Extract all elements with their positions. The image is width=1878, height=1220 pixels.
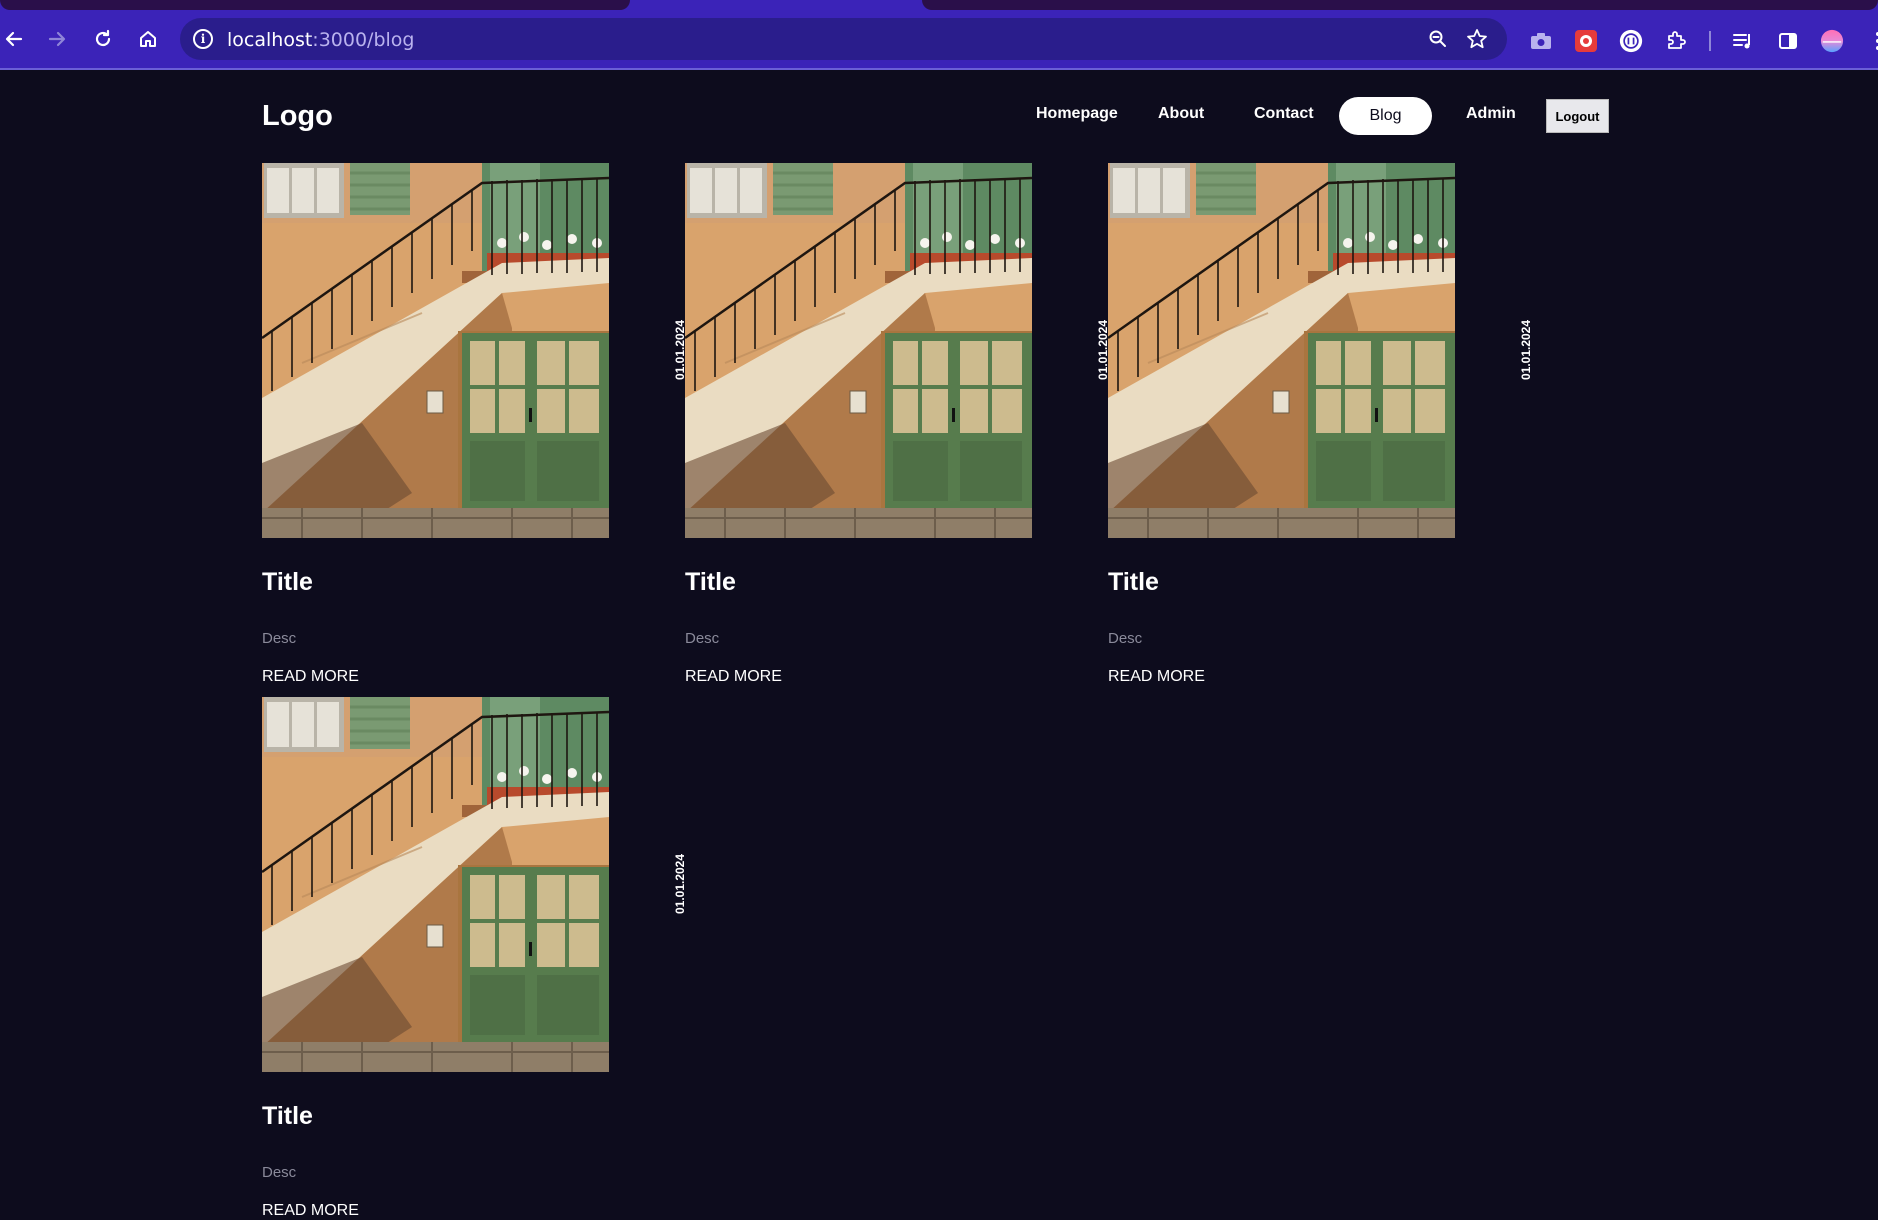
forward-button[interactable] (38, 20, 76, 58)
post-title: Title (262, 1102, 313, 1130)
address-bar[interactable]: i localhost:3000/blog (180, 18, 1507, 60)
reload-button[interactable] (84, 20, 122, 58)
site-info-icon[interactable]: i (193, 29, 213, 49)
post-title: Title (1108, 568, 1159, 596)
camera-extension-icon[interactable] (1529, 29, 1553, 53)
read-more-link[interactable]: READ MORE (1108, 668, 1205, 686)
post-title: Title (685, 568, 736, 596)
home-button[interactable] (129, 20, 167, 58)
tab-right[interactable] (922, 0, 1878, 10)
extensions-puzzle-icon[interactable] (1664, 29, 1688, 53)
post-image[interactable] (1108, 163, 1455, 538)
browser-toolbar: i localhost:3000/blog (0, 10, 1878, 68)
post-image[interactable] (685, 163, 1032, 538)
post-image[interactable] (262, 163, 609, 538)
site-logo[interactable]: Logo (262, 100, 333, 133)
post-desc: Desc (262, 630, 297, 647)
post-date: 01.01.2024 (1519, 319, 1533, 381)
post-image[interactable] (262, 697, 609, 1072)
menu-kebab-icon[interactable] (1866, 29, 1878, 53)
post-date: 01.01.2024 (673, 853, 687, 915)
post-desc: Desc (1108, 630, 1143, 647)
reload-icon (95, 29, 111, 47)
home-icon (140, 31, 156, 47)
toolbar-divider (1709, 31, 1711, 51)
side-panel-icon[interactable] (1776, 29, 1800, 53)
arrow-right-icon (48, 31, 66, 47)
toolbar-border (0, 68, 1878, 70)
post-desc: Desc (685, 630, 720, 647)
nav-about[interactable]: About (1158, 105, 1204, 123)
media-control-icon[interactable] (1731, 29, 1755, 53)
post-desc: Desc (262, 1164, 297, 1181)
nav-contact[interactable]: Contact (1254, 105, 1314, 123)
nav-blog-active[interactable]: Blog (1339, 97, 1432, 135)
url-text[interactable]: localhost:3000/blog (227, 29, 414, 51)
bookmark-star-icon[interactable] (1466, 28, 1488, 50)
nav-admin[interactable]: Admin (1466, 105, 1516, 123)
arrow-left-icon (5, 31, 23, 47)
nav-homepage[interactable]: Homepage (1036, 105, 1118, 123)
back-button[interactable] (0, 20, 33, 58)
post-title: Title (262, 568, 313, 596)
read-more-link[interactable]: READ MORE (262, 668, 359, 686)
red-extension-icon[interactable] (1574, 29, 1598, 53)
profile-extension-icon[interactable] (1619, 29, 1643, 53)
read-more-link[interactable]: READ MORE (685, 668, 782, 686)
zoom-icon[interactable] (1427, 28, 1449, 50)
logout-button[interactable]: Logout (1546, 99, 1609, 133)
tab-strip (0, 0, 1878, 10)
tab-left[interactable] (0, 0, 630, 10)
read-more-link[interactable]: READ MORE (262, 1202, 359, 1220)
profile-avatar-icon[interactable] (1820, 29, 1844, 53)
